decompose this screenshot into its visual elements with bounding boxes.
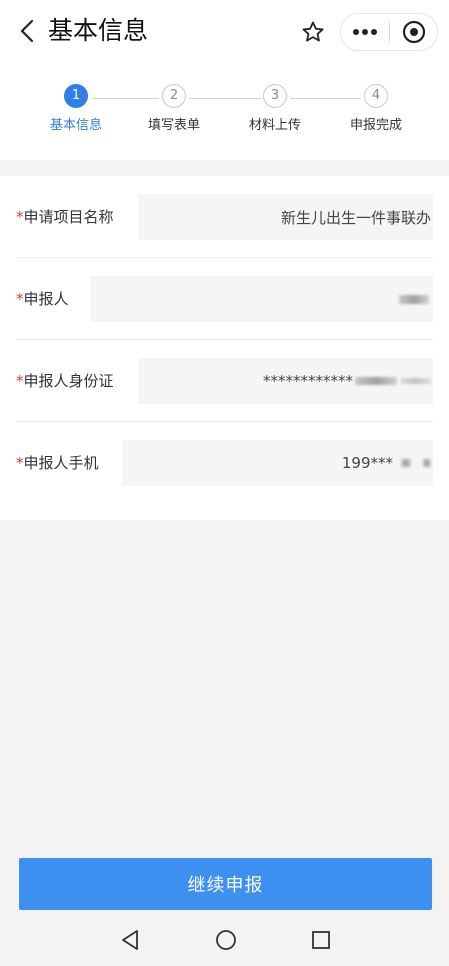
field-label-text: 申报人手机 [23,454,99,472]
system-home-button[interactable] [212,926,240,954]
step-2: 2 填写表单 [129,84,219,133]
step-number: 4 [364,84,388,108]
step-label: 填写表单 [147,118,200,133]
step-label: 基本信息 [49,118,102,133]
phone-field[interactable]: 199*** [122,440,433,486]
favorite-button[interactable] [296,15,330,49]
field-label-text: 申请项目名称 [23,208,114,226]
redacted-value [423,459,431,467]
chevron-left-icon [20,19,34,43]
redacted-value [399,294,429,304]
project-name-field[interactable]: 新生儿出生一件事联办 [138,194,433,240]
more-dots-icon [353,29,377,35]
header-area: 基本信息 1 基本信息 2 填写表单 3 材料上传 4 申报完成 [0,0,449,160]
field-label-text: 申报人 [23,290,69,308]
required-mark: * [16,454,24,472]
redacted-value [401,378,431,384]
required-mark: * [16,290,24,308]
field-label: *申报人 [16,258,69,340]
square-recent-icon [312,931,330,949]
step-label: 材料上传 [248,118,301,133]
field-label: *申报人手机 [16,422,99,504]
page-title: 基本信息 [48,16,149,45]
redacted-value [401,459,411,467]
step-number: 3 [263,84,287,108]
basic-info-form: *申请项目名称 新生儿出生一件事联办 *申报人 *申报人身份证 ********… [0,176,449,520]
applicant-name-field[interactable] [90,276,433,322]
form-row-applicant: *申报人 [0,258,449,340]
step-3: 3 材料上传 [230,84,320,133]
redacted-value [355,377,397,385]
step-number: 2 [162,84,186,108]
required-mark: * [16,208,24,226]
step-number: 1 [64,84,88,108]
close-miniapp-button[interactable] [390,14,437,50]
system-nav-bar [0,914,449,966]
field-value: ************ [263,372,353,390]
step-1: 1 基本信息 [31,84,121,133]
system-back-button[interactable] [116,926,144,954]
step-label: 申报完成 [349,118,402,133]
id-card-field[interactable]: ************ [138,358,433,404]
form-row-id-card: *申报人身份证 ************ [0,340,449,422]
field-label: *申请项目名称 [16,176,114,258]
system-recent-button[interactable] [307,926,335,954]
progress-steps: 1 基本信息 2 填写表单 3 材料上传 4 申报完成 [0,84,449,144]
miniapp-capsule [340,13,438,51]
circle-home-icon [216,930,236,950]
form-row-project-name: *申请项目名称 新生儿出生一件事联办 [0,176,449,258]
star-outline-icon [302,21,324,42]
required-mark: * [16,372,24,390]
more-button[interactable] [341,14,389,50]
field-label-text: 申报人身份证 [23,372,114,390]
field-value: 新生儿出生一件事联办 [280,208,431,227]
field-label: *申报人身份证 [16,340,114,422]
field-value: 199*** [341,454,393,472]
back-button[interactable] [14,14,40,48]
step-4: 4 申报完成 [331,84,421,133]
continue-button[interactable]: 继续申报 [19,858,432,910]
form-row-phone: *申报人手机 199*** [0,422,449,504]
target-circle-icon [402,20,425,44]
triangle-back-icon [122,930,138,950]
